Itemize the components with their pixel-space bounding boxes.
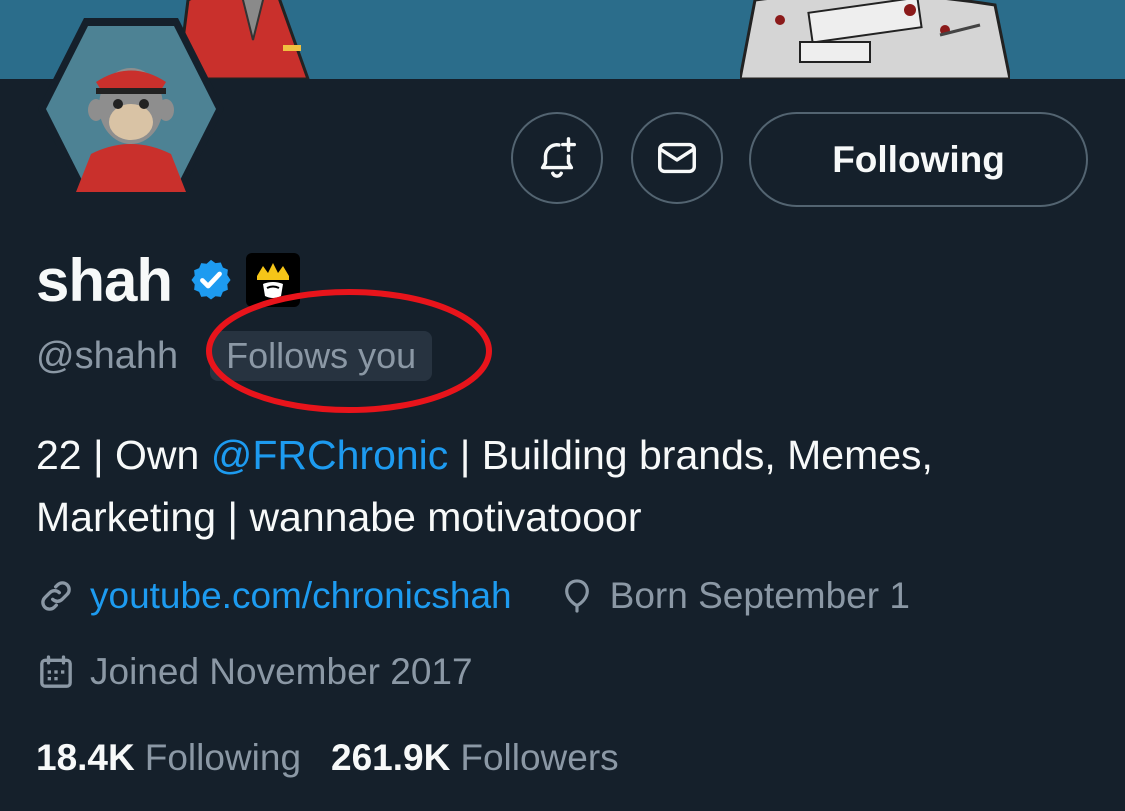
profile-page: Following shah @shahh Follows you 22 | O… [0, 0, 1125, 811]
following-label: Following [144, 737, 302, 778]
profile-meta-row: youtube.com/chronicshah Born September 1 [36, 568, 910, 624]
website-link[interactable]: youtube.com/chronicshah [90, 575, 512, 617]
birthday-text: Born September 1 [609, 575, 910, 616]
following-count: 18.4K [36, 737, 135, 778]
link-icon [41, 581, 71, 611]
joined-text: Joined November 2017 [90, 651, 473, 692]
profile-actions: Following [0, 112, 1125, 208]
joined-item: Joined November 2017 [36, 651, 473, 693]
display-name: shah [36, 246, 173, 314]
followers-stat[interactable]: 261.9K Followers [331, 737, 619, 779]
profile-bio: 22 | Own @FRChronic | Building brands, M… [36, 424, 1096, 548]
bell-plus-icon [540, 137, 576, 178]
following-button[interactable]: Following [749, 112, 1088, 207]
followers-label: Followers [460, 737, 619, 778]
annotation-circle [206, 289, 492, 413]
website-item[interactable]: youtube.com/chronicshah [36, 575, 512, 617]
birthday-item: Born September 1 [558, 575, 910, 617]
calendar-icon [40, 655, 72, 688]
banner-ape-illustration-right [740, 0, 1010, 79]
follow-stats: 18.4K Following 261.9K Followers [36, 730, 619, 786]
bio-text-prefix: 22 | Own [36, 432, 211, 478]
message-button[interactable] [631, 112, 723, 204]
balloon-icon [564, 579, 589, 613]
bio-mention-link[interactable]: @FRChronic [211, 432, 449, 478]
profile-meta-row-joined: Joined November 2017 [36, 644, 473, 700]
notify-button[interactable] [511, 112, 603, 204]
following-stat[interactable]: 18.4K Following [36, 737, 301, 779]
envelope-icon [658, 142, 696, 174]
user-handle: @shahh [36, 334, 179, 377]
followers-count: 261.9K [331, 737, 451, 778]
